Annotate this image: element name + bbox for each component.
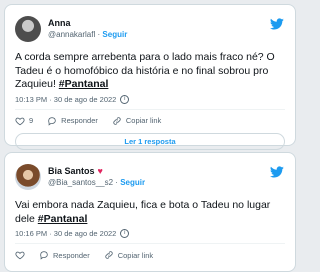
follow-button[interactable]: Seguir — [102, 30, 127, 39]
reply-label: Responder — [61, 116, 98, 125]
like-button[interactable] — [15, 250, 25, 260]
tweet-header: Bia Santos ♥ @Bia_santos__s2 · Seguir — [15, 161, 285, 193]
reply-label: Responder — [53, 250, 90, 260]
link-icon — [105, 251, 113, 259]
hashtag-link[interactable]: #Pantanal — [38, 213, 88, 225]
info-icon[interactable]: i — [120, 229, 130, 238]
tweet-timestamp[interactable]: 10:16 PM · 30 de ago de 2022 — [15, 229, 116, 238]
twitter-bird-icon[interactable] — [269, 165, 285, 179]
author-info: Bia Santos ♥ @Bia_santos__s2 · Seguir — [48, 166, 145, 188]
tweet-actions: Responder Copiar link — [15, 244, 285, 266]
tweet-actions: 9 Responder Copiar link — [15, 110, 285, 132]
reply-button[interactable]: Responder — [47, 116, 98, 126]
tweet-card[interactable]: Anna @annakarlafl · Seguir A corda sempr… — [4, 4, 296, 150]
tweet-header: Anna @annakarlafl · Seguir — [15, 13, 285, 45]
author-name[interactable]: Anna — [48, 18, 71, 29]
heart-outline-icon — [15, 251, 25, 260]
tweet-body: A corda sempre arrebenta para o lado mai… — [15, 51, 275, 90]
reply-bubble-icon — [48, 116, 56, 126]
copy-link-button[interactable]: Copiar link — [112, 116, 161, 126]
tweet-timestamp-row: 10:13 PM · 30 de ago de 2022 i — [15, 94, 285, 104]
heart-outline-icon — [15, 117, 25, 125]
heart-emoji: ♥ — [97, 166, 103, 176]
avatar[interactable] — [15, 16, 41, 42]
link-icon — [113, 116, 121, 125]
follow-button[interactable]: Seguir — [120, 178, 145, 187]
hashtag-link[interactable]: #Pantanal — [59, 78, 109, 90]
separator-dot: · — [97, 30, 101, 39]
tweet-timestamp[interactable]: 10:13 PM · 30 de ago de 2022 — [15, 95, 116, 104]
reply-button[interactable]: Responder — [39, 250, 90, 260]
read-replies-button[interactable]: Ler 1 resposta — [15, 132, 285, 150]
reply-bubble-icon — [40, 251, 48, 260]
info-icon[interactable]: i — [120, 94, 130, 104]
author-handle[interactable]: @Bia_santos__s2 — [48, 178, 113, 187]
tweet-text: A corda sempre arrebenta para o lado mai… — [15, 51, 285, 92]
separator-dot: · — [115, 178, 118, 187]
tweet-card[interactable]: Bia Santos ♥ @Bia_santos__s2 · Seguir Va… — [4, 152, 296, 272]
copy-link-label: Copiar link — [117, 250, 154, 260]
like-count: 9 — [29, 116, 34, 125]
avatar[interactable] — [15, 164, 41, 190]
author-name[interactable]: Bia Santos — [48, 166, 95, 177]
twitter-bird-icon[interactable] — [269, 17, 285, 31]
copy-link-button[interactable]: Copiar link — [104, 250, 153, 260]
author-handle[interactable]: @annakarlafl — [48, 30, 95, 39]
tweet-timestamp-row: 10:16 PM · 30 de ago de 2022 i — [15, 229, 285, 238]
copy-link-label: Copiar link — [125, 116, 162, 125]
tweet-text: Vai embora nada Zaquieu, fica e bota o T… — [15, 199, 285, 226]
like-button[interactable]: 9 — [15, 116, 33, 126]
author-info: Anna @annakarlafl · Seguir — [48, 18, 127, 40]
